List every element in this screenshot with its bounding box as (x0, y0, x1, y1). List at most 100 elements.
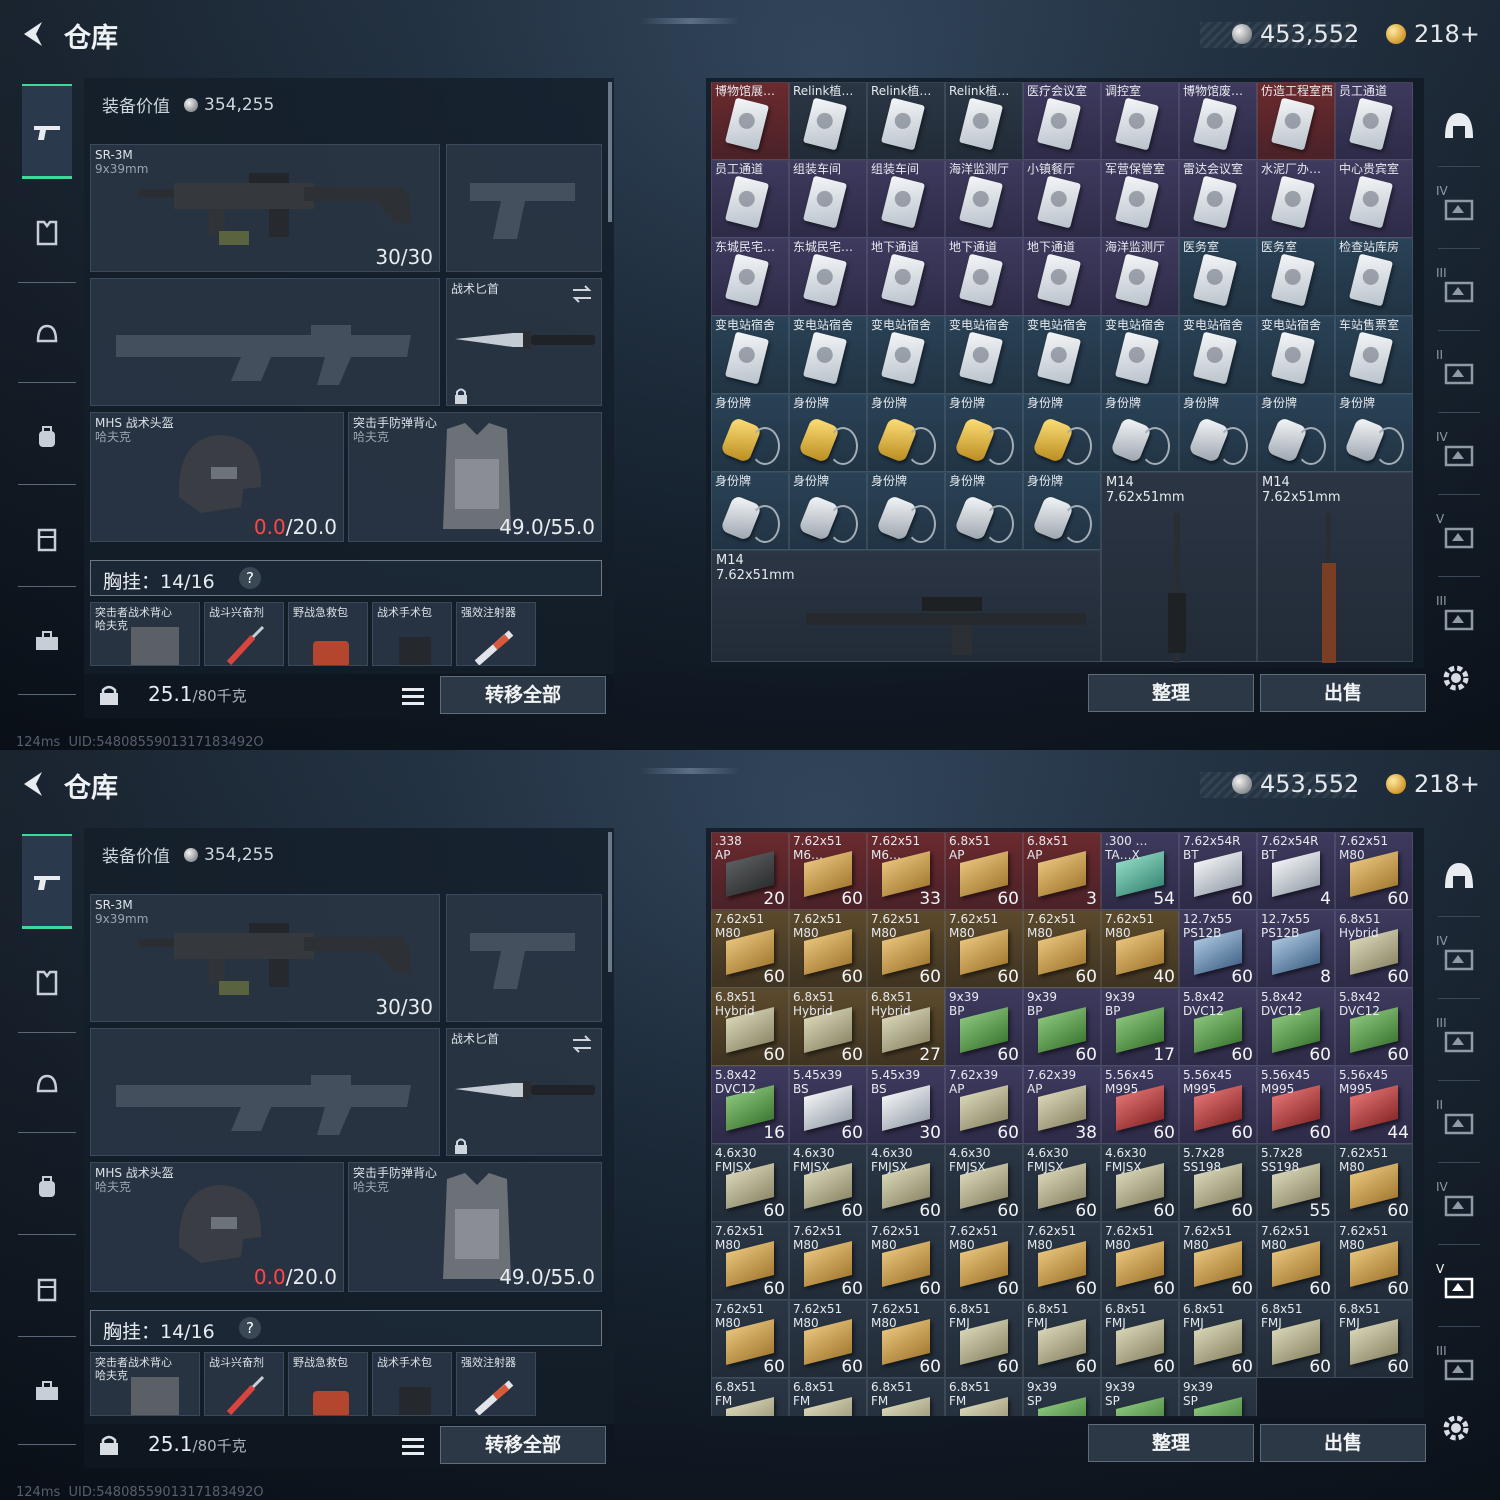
shelf-icon[interactable]: III (1436, 1016, 1482, 1062)
ammo-box-item[interactable]: 4.6x30 FMJSX 60 (867, 1144, 945, 1222)
keycard-item[interactable]: 地下通道 (945, 238, 1023, 316)
keycard-item[interactable]: 东城民宅… (789, 238, 867, 316)
ammo-box-item[interactable]: 5.45x39 BS 60 (789, 1066, 867, 1144)
shelf-icon[interactable]: II (1436, 348, 1482, 394)
keycard-item[interactable]: 仿造工程室西 (1257, 82, 1335, 160)
chest-rig-bar[interactable]: 胸挂：14/16 ? (90, 560, 602, 596)
keycard-item[interactable]: 变电站宿舍 (945, 316, 1023, 394)
stim-item[interactable]: 战斗兴奋剂 (204, 602, 284, 666)
ammo-box-item[interactable]: 7.62x51 M80 60 (711, 1300, 789, 1378)
ammo-box-item[interactable]: 5.8x42 DVC12 60 (1335, 988, 1413, 1066)
nav-case-icon[interactable] (22, 1244, 72, 1334)
injector-item[interactable]: 强效注射器 (456, 602, 536, 666)
surgery-kit-item[interactable]: 战术手术包 (372, 602, 452, 666)
ammo-box-item[interactable]: 5.56x45 M995 60 (1101, 1066, 1179, 1144)
transfer-all-button[interactable]: 转移全部 (440, 1426, 606, 1464)
ammo-box-item[interactable]: 6.8x51 FM (789, 1378, 867, 1416)
gold-currency[interactable]: 218+ (1386, 768, 1480, 800)
ammo-box-item[interactable]: 7.62x51 M80 60 (1335, 832, 1413, 910)
shelf-icon[interactable]: V (1436, 1262, 1482, 1308)
keycard-item[interactable]: 变电站宿舍 (1179, 316, 1257, 394)
shelf-icon[interactable]: IV (1436, 184, 1482, 230)
nav-armor-icon[interactable] (22, 188, 72, 278)
ammo-box-item[interactable]: 7.62x54R BT 4 (1257, 832, 1335, 910)
dogtag-item[interactable]: 身份牌 (867, 472, 945, 550)
ammo-box-item[interactable]: 7.62x51 M80 60 (1335, 1144, 1413, 1222)
helmet-slot[interactable]: MHS 战术头盔 哈夫克 0.0/20.0 (90, 412, 344, 542)
ammo-box-item[interactable]: 7.62x51 M80 60 (1023, 910, 1101, 988)
ammo-box-item[interactable]: 7.62x51 M80 40 (1101, 910, 1179, 988)
ammo-box-item[interactable]: 5.8x42 DVC12 60 (1179, 988, 1257, 1066)
dogtag-item[interactable]: 身份牌 (1179, 394, 1257, 472)
ammo-box-item[interactable]: .338 AP 20 (711, 832, 789, 910)
chest-rig-bar[interactable]: 胸挂：14/16 ? (90, 1310, 602, 1346)
nav-gun-icon[interactable] (22, 84, 72, 179)
ammo-box-item[interactable]: 6.8x51 FMJ 60 (1335, 1300, 1413, 1378)
ammo-box-item[interactable]: 9x39 BP 17 (1101, 988, 1179, 1066)
gold-currency[interactable]: 218+ (1386, 18, 1480, 50)
loadout-scrollbar[interactable] (608, 832, 612, 972)
keycard-item[interactable]: 海洋监测厅 (945, 160, 1023, 238)
ammo-box-item[interactable]: 9x39 BP 60 (1023, 988, 1101, 1066)
ammo-box-item[interactable]: 6.8x51 FM (711, 1378, 789, 1416)
ammo-box-item[interactable]: 7.62x51 M80 60 (945, 910, 1023, 988)
armor-vest-slot[interactable]: 突击手防弹背心 哈夫克 49.0/55.0 (348, 412, 602, 542)
ammo-box-item[interactable]: 6.8x51 AP 3 (1023, 832, 1101, 910)
sell-button[interactable]: 出售 (1260, 1424, 1426, 1462)
keycard-item[interactable]: Relink植… (867, 82, 945, 160)
keycard-item[interactable]: 变电站宿舍 (711, 316, 789, 394)
keycard-item[interactable]: 地下通道 (1023, 238, 1101, 316)
ammo-box-item[interactable]: 4.6x30 FMJSX 60 (789, 1144, 867, 1222)
secondary-weapon-slot-empty[interactable] (90, 1028, 440, 1156)
keycard-item[interactable]: 组装车间 (867, 160, 945, 238)
nav-case-icon[interactable] (22, 494, 72, 584)
m14-rifle-vertical-2[interactable]: M14 7.62x51mm (1257, 472, 1413, 663)
shelf-icon[interactable]: III (1436, 266, 1482, 312)
ammo-box-item[interactable]: 5.7x28 SS198 55 (1257, 1144, 1335, 1222)
ammo-box-item[interactable]: 5.56x45 M995 44 (1335, 1066, 1413, 1144)
ammo-box-item[interactable]: 7.62x51 M80 60 (789, 1300, 867, 1378)
helmet-icon[interactable] (1436, 852, 1482, 898)
stim-item[interactable]: 战斗兴奋剂 (204, 1352, 284, 1416)
list-icon[interactable] (398, 1432, 428, 1460)
nav-backpack-icon[interactable] (22, 1142, 72, 1232)
ammo-box-item[interactable]: 6.8x51 FMJ 60 (945, 1300, 1023, 1378)
ammo-box-item[interactable]: 6.8x51 Hybrid 60 (711, 988, 789, 1066)
primary-weapon-slot[interactable]: SR-3M 9x39mm 30/30 (90, 894, 440, 1022)
ammo-box-item[interactable]: 5.7x28 SS198 60 (1179, 1144, 1257, 1222)
keycard-item[interactable]: 水泥厂办… (1257, 160, 1335, 238)
ammo-box-item[interactable]: 5.8x42 DVC12 16 (711, 1066, 789, 1144)
ammo-box-item[interactable]: 6.8x51 AP 60 (945, 832, 1023, 910)
m14-rifle-vertical-1[interactable]: M14 7.62x51mm (1101, 472, 1257, 663)
first-aid-item[interactable]: 野战急救包 (288, 1352, 368, 1416)
keycard-item[interactable]: 东城民宅… (711, 238, 789, 316)
keycard-item[interactable]: 员工通道 (711, 160, 789, 238)
keycard-item[interactable]: 医疗会议室 (1023, 82, 1101, 160)
nav-armor-icon[interactable] (22, 938, 72, 1028)
shelf-icon[interactable]: IV (1436, 1180, 1482, 1226)
ammo-box-item[interactable]: 9x39 BP 60 (945, 988, 1023, 1066)
ammo-box-item[interactable]: 5.8x42 DVC12 60 (1257, 988, 1335, 1066)
injector-item[interactable]: 强效注射器 (456, 1352, 536, 1416)
ammo-box-item[interactable]: 7.62x39 AP 60 (945, 1066, 1023, 1144)
nav-gun-icon[interactable] (22, 834, 72, 929)
knife-slot[interactable]: 战术匕首 (446, 1028, 602, 1156)
keycard-item[interactable]: 变电站宿舍 (1023, 316, 1101, 394)
dogtag-item[interactable]: 身份牌 (789, 394, 867, 472)
keycard-item[interactable]: 海洋监测厅 (1101, 238, 1179, 316)
ammo-box-item[interactable]: 4.6x30 FMJSX 60 (945, 1144, 1023, 1222)
ammo-box-item[interactable]: 12.7x55 PS12B 8 (1257, 910, 1335, 988)
ammo-box-item[interactable]: 6.8x51 Hybrid 27 (867, 988, 945, 1066)
knife-slot[interactable]: 战术匕首 (446, 278, 602, 406)
ammo-box-item[interactable]: 4.6x30 FMJSX 60 (711, 1144, 789, 1222)
shelf-icon[interactable]: V (1436, 512, 1482, 558)
keycard-item[interactable]: 医务室 (1257, 238, 1335, 316)
dogtag-item[interactable]: 身份牌 (711, 472, 789, 550)
ammo-box-item[interactable]: 7.62x39 AP 38 (1023, 1066, 1101, 1144)
sell-button[interactable]: 出售 (1260, 674, 1426, 712)
ammo-box-item[interactable]: 7.62x51 M80 60 (1179, 1222, 1257, 1300)
ammo-box-item[interactable]: 9x39 SP (1101, 1378, 1179, 1416)
ammo-box-item[interactable]: 7.62x51 M80 60 (711, 1222, 789, 1300)
silver-currency[interactable]: 453,552 (1232, 768, 1359, 800)
dogtag-item[interactable]: 身份牌 (1257, 394, 1335, 472)
